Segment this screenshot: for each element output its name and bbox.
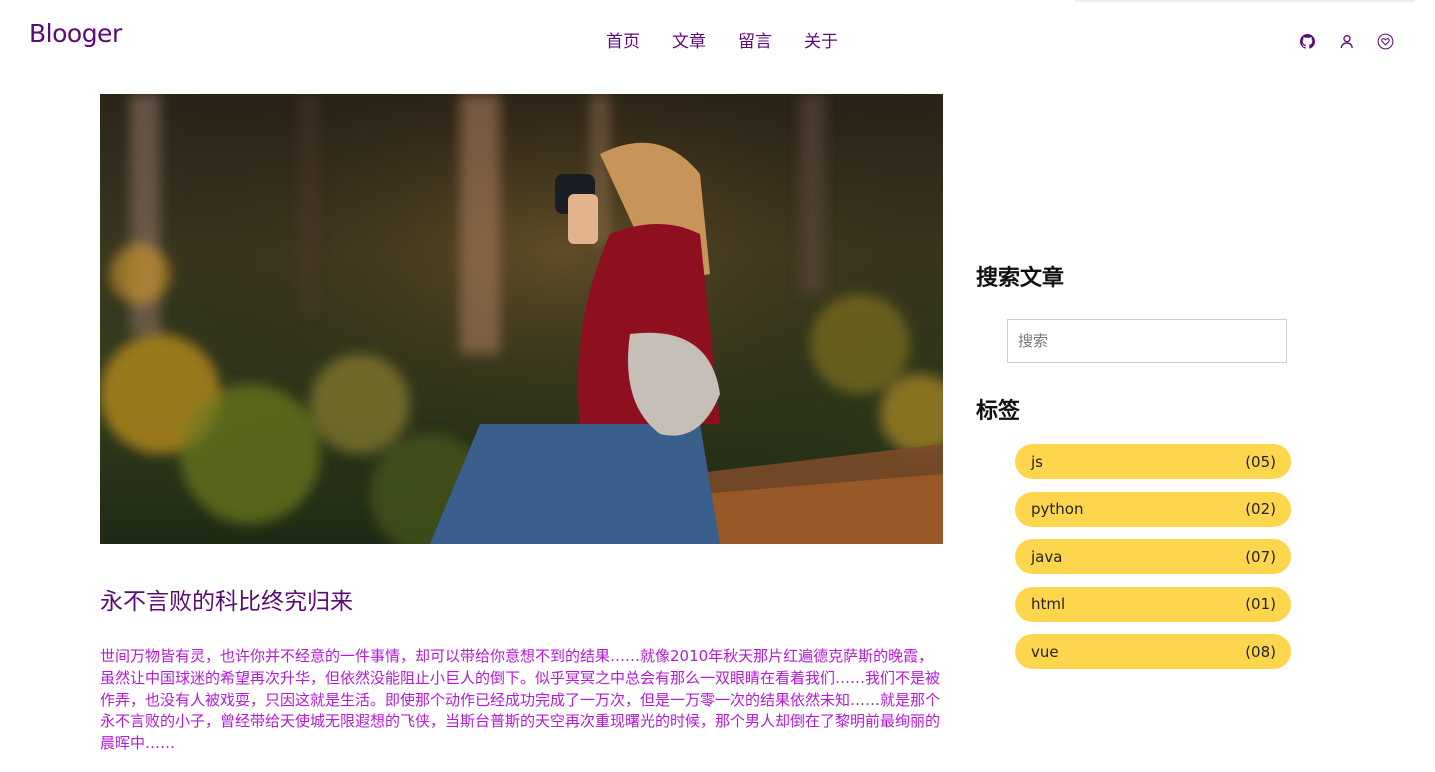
- tag-name: vue: [1031, 642, 1059, 661]
- tag-count: (08): [1245, 642, 1276, 661]
- nav-item-home[interactable]: 首页: [606, 27, 640, 52]
- tag-item-js[interactable]: js (05): [1015, 444, 1291, 479]
- tag-count: (05): [1245, 452, 1276, 471]
- post-cover-image[interactable]: [100, 94, 943, 544]
- search-input[interactable]: [1007, 319, 1287, 363]
- nav-item-guestbook[interactable]: 留言: [738, 27, 772, 52]
- heart-icon[interactable]: [1376, 32, 1394, 50]
- nav-item-articles[interactable]: 文章: [672, 27, 706, 52]
- tag-item-java[interactable]: java (07): [1015, 539, 1291, 575]
- tag-item-html[interactable]: html (01): [1015, 586, 1291, 622]
- site-logo[interactable]: Blooger: [29, 19, 122, 48]
- post-excerpt: 世间万物皆有灵，也许你并不经意的一件事情，却可以带给你意想不到的结果……就像20…: [100, 647, 941, 753]
- tag-count: (02): [1245, 500, 1276, 519]
- tag-name: python: [1031, 500, 1084, 519]
- tag-count: (01): [1245, 595, 1276, 614]
- github-icon[interactable]: [1298, 32, 1316, 50]
- tag-list: js (05) python (02) java (07) html (01) …: [1015, 444, 1291, 682]
- nav-item-about[interactable]: 关于: [804, 27, 838, 52]
- header-icons: [1298, 32, 1394, 50]
- tag-name: java: [1031, 547, 1063, 566]
- tag-item-vue[interactable]: vue (08): [1015, 634, 1291, 670]
- tag-count: (07): [1245, 547, 1276, 566]
- main-nav: 首页 文章 留言 关于: [606, 27, 838, 52]
- tag-name: html: [1031, 595, 1066, 614]
- user-icon[interactable]: [1337, 32, 1355, 50]
- post-title[interactable]: 永不言败的科比终究归来: [100, 582, 353, 616]
- tag-item-python[interactable]: python (02): [1015, 491, 1291, 527]
- topbar-shadow: [1075, 0, 1415, 3]
- tags-heading: 标签: [976, 399, 1021, 424]
- tag-name: js: [1031, 452, 1043, 471]
- search-heading: 搜索文章: [976, 266, 1065, 291]
